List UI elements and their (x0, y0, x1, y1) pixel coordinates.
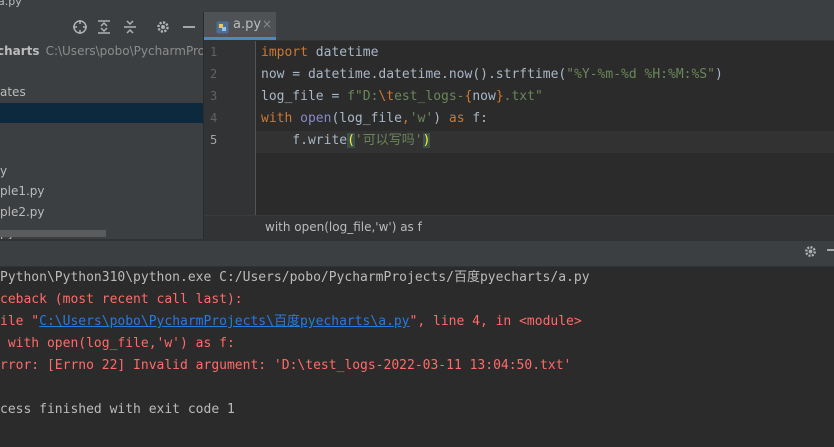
console-traceback-header: ceback (most recent call last): (0, 292, 243, 307)
code-line-4[interactable]: with open(log_file,'w') as f: (261, 108, 488, 130)
project-root[interactable]: charts C:\Users\pobo\PycharmProje (0, 44, 216, 62)
line-number: 2 (210, 67, 218, 81)
code-line-3[interactable]: log_file = f"D:\test_logs-{now}.txt" (261, 86, 543, 108)
run-console[interactable]: Python\Python310\python.exe C:/Users/pob… (0, 267, 834, 447)
tab-label: a.py (233, 17, 262, 32)
file-link[interactable]: C:\Users\pobo\PycharmProjects\百度pyechart… (39, 314, 409, 329)
console-exit-status: cess finished with exit code 1 (0, 402, 235, 417)
close-icon[interactable]: × (262, 17, 272, 31)
line-number: 3 (210, 89, 218, 103)
crosshair-icon[interactable] (72, 19, 88, 35)
line-number: 1 (210, 45, 218, 59)
minimize-icon[interactable] (826, 242, 834, 262)
project-root-name: charts (0, 44, 40, 58)
run-toolbar (0, 241, 834, 267)
tree-item[interactable]: ates (0, 82, 26, 102)
collapse-all-icon[interactable] (122, 19, 138, 35)
project-toolbar (0, 12, 203, 42)
expand-all-icon[interactable] (96, 19, 112, 35)
python-file-icon (216, 19, 229, 34)
tree-item-selected[interactable] (0, 103, 203, 123)
code-line-5[interactable]: f.write('可以写吗') (261, 130, 431, 152)
line-number: 4 (210, 111, 218, 125)
project-panel: charts C:\Users\pobo\PycharmProje ates y … (0, 12, 216, 240)
gutter-divider (255, 41, 256, 215)
breadcrumb[interactable]: with open(log_file,'w') as f (204, 215, 834, 240)
project-root-path: C:\Users\pobo\PycharmProje (45, 44, 216, 58)
window-title: a.py (0, 0, 22, 8)
breadcrumb-item[interactable]: with open(log_file,'w') as f (265, 220, 422, 234)
gear-icon[interactable] (803, 244, 818, 263)
code-editor[interactable]: 1 2 3 4 5 import datetime now = datetime… (204, 41, 834, 215)
console-traceback-file: ile "C:\Users\pobo\PycharmProjects\百度pye… (0, 314, 582, 329)
tab-a-py[interactable]: a.py × (204, 12, 276, 40)
editor-tabs: a.py × (204, 12, 834, 41)
tree-item[interactable]: ple1.py (0, 181, 45, 201)
console-error-message: rror: [Errno 22] Invalid argument: 'D:\t… (0, 358, 572, 373)
code-line-2[interactable]: now = datetime.datetime.now().strftime("… (261, 64, 723, 86)
console-traceback-code: with open(log_file,'w') as f: (0, 336, 235, 351)
minimize-icon[interactable] (181, 19, 197, 35)
title-strip: a.py (0, 0, 834, 12)
line-number-current: 5 (210, 133, 218, 147)
console-command-line: Python\Python310\python.exe C:/Users/pob… (0, 270, 590, 285)
gear-icon[interactable] (155, 19, 171, 35)
tree-item[interactable]: ple2.py (0, 202, 45, 222)
tree-item[interactable]: y (0, 161, 7, 181)
horizontal-scrollbar[interactable] (0, 230, 106, 237)
code-line-1[interactable]: import datetime (261, 42, 378, 64)
